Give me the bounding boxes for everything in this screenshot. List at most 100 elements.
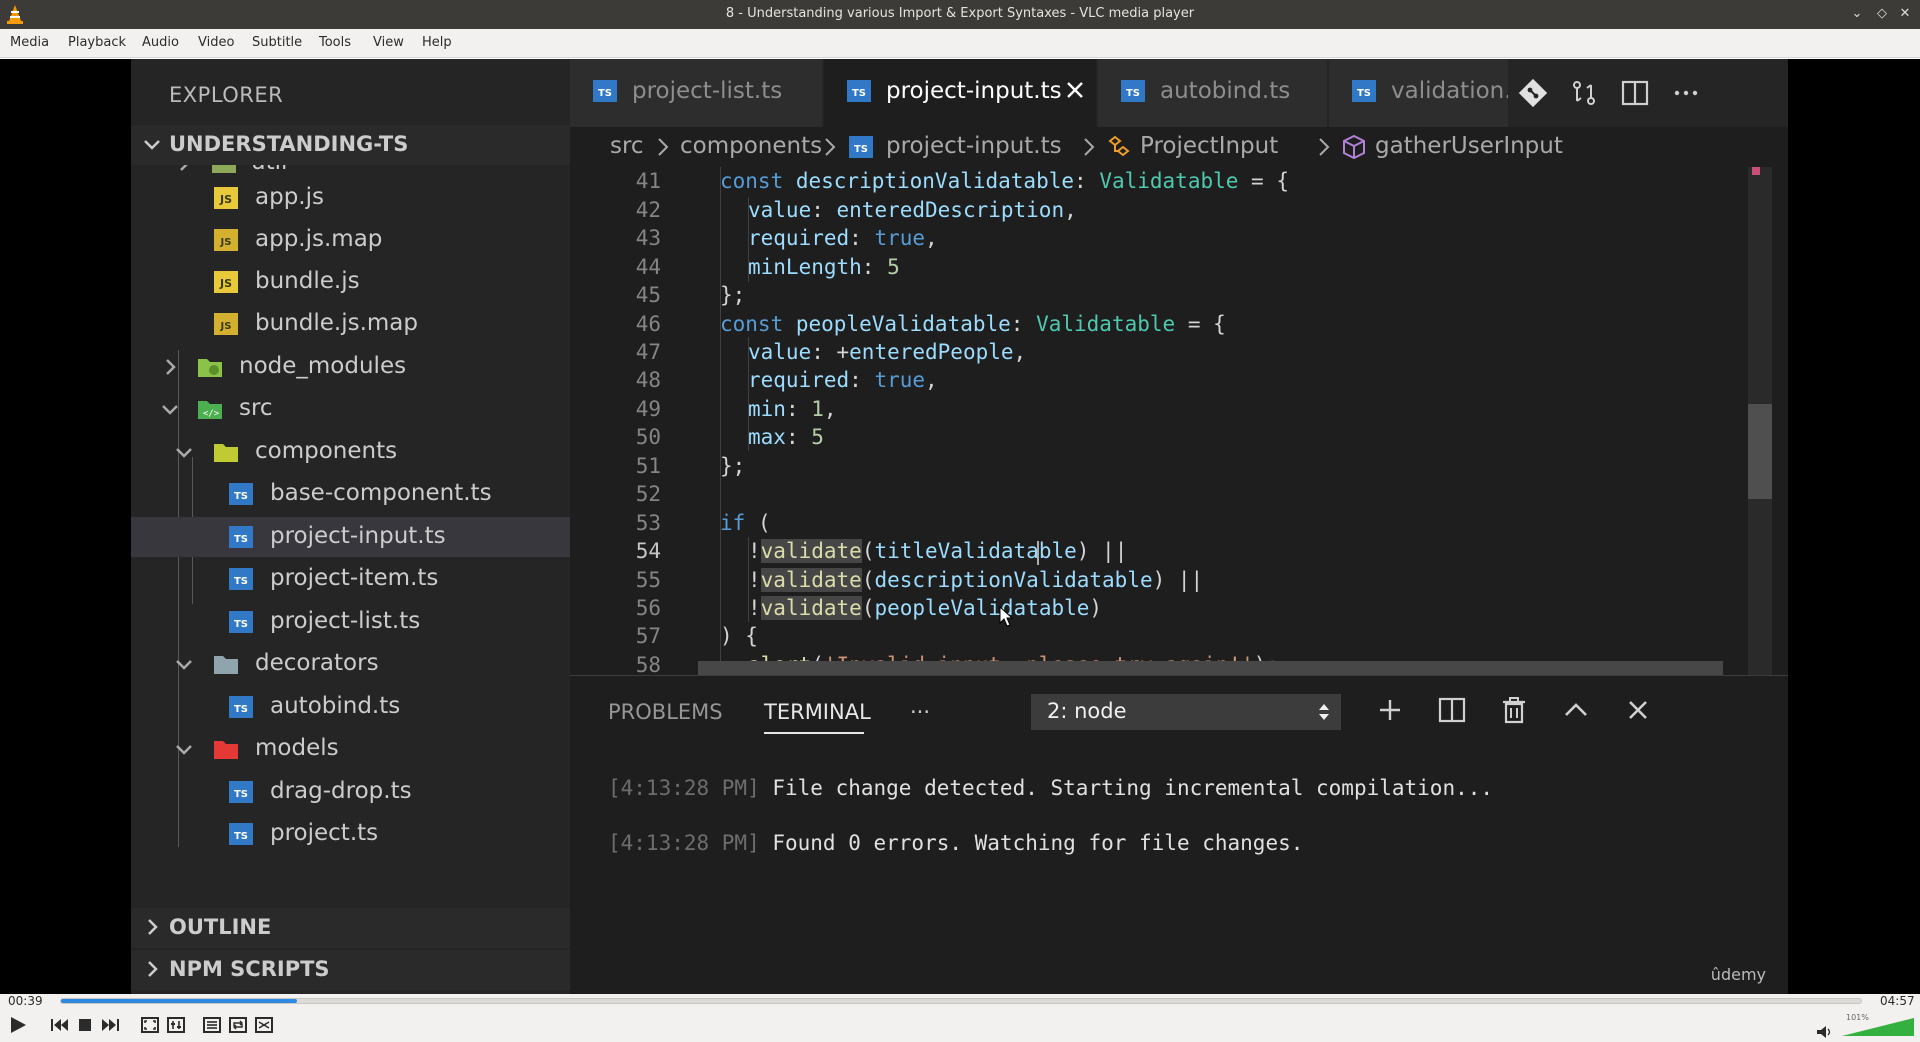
maximize-button[interactable]: ◇ <box>1872 4 1892 24</box>
npm-scripts-section-header[interactable]: NPM SCRIPTS <box>131 950 570 990</box>
git-compare-icon[interactable] <box>1517 77 1549 109</box>
open-changes-icon[interactable] <box>1568 77 1600 109</box>
tab-project-list[interactable]: TS project-list.ts <box>570 59 823 127</box>
tree-file-project-item[interactable]: TS project-item.ts <box>131 559 570 599</box>
tab-problems[interactable]: PROBLEMS <box>608 700 723 724</box>
tree-file-app-js-map[interactable]: JS app.js.map <box>131 220 570 260</box>
tree-file-autobind[interactable]: TS autobind.ts <box>131 687 570 727</box>
tree-file-drag-drop[interactable]: TS drag-drop.ts <box>131 772 570 812</box>
select-arrows-icon <box>1319 704 1329 720</box>
line-number: 56 <box>635 596 661 620</box>
svg-text:JS: JS <box>219 193 232 206</box>
menu-help[interactable]: Help <box>422 35 452 50</box>
panel-more-button[interactable]: ··· <box>910 700 930 724</box>
breadcrumb-components[interactable]: components <box>680 133 822 159</box>
split-editor-icon[interactable] <box>1619 77 1651 109</box>
trash-icon[interactable] <box>1498 694 1530 726</box>
speaker-icon[interactable] <box>1816 1025 1834 1039</box>
tree-file-project-list[interactable]: TS project-list.ts <box>131 602 570 642</box>
vertical-scrollbar[interactable] <box>1748 167 1772 675</box>
tree-folder-src[interactable]: </> src <box>131 389 570 429</box>
indent-guide <box>720 167 721 675</box>
tree-label: drag-drop.ts <box>270 778 412 804</box>
shuffle-icon[interactable] <box>252 1014 276 1036</box>
code-token: min <box>748 397 786 421</box>
tree-folder-components[interactable]: components <box>131 432 570 472</box>
new-terminal-icon[interactable] <box>1374 694 1406 726</box>
extended-settings-icon[interactable] <box>164 1014 188 1036</box>
menu-subtitle[interactable]: Subtitle <box>252 35 302 50</box>
outline-section-header[interactable]: OUTLINE <box>131 908 570 948</box>
tab-terminal[interactable]: TERMINAL <box>764 700 871 724</box>
code-token: : <box>1010 312 1037 336</box>
next-icon[interactable] <box>98 1014 122 1036</box>
tree-label: models <box>255 735 339 761</box>
close-window-button[interactable]: ✕ <box>1895 4 1915 24</box>
breadcrumb-src[interactable]: src <box>610 133 644 159</box>
code-token: : <box>849 368 875 392</box>
line-number: 53 <box>635 511 661 535</box>
tree-file-project-input[interactable]: TS project-input.ts <box>131 517 570 557</box>
tree-file-app-js[interactable]: JS app.js <box>131 178 570 218</box>
code-editor[interactable]: 41 42 43 44 45 46 47 48 49 50 51 52 53 5… <box>570 167 1788 675</box>
minimize-button[interactable]: ⌄ <box>1847 4 1867 24</box>
play-icon[interactable] <box>6 1014 30 1036</box>
tab-autobind[interactable]: TS autobind.ts <box>1098 59 1328 127</box>
menu-playback[interactable]: Playback <box>68 35 126 50</box>
ts-file-icon: TS <box>1352 80 1376 102</box>
previous-icon[interactable] <box>48 1014 72 1036</box>
more-actions-icon[interactable] <box>1670 77 1702 109</box>
tree-file-base-component[interactable]: TS base-component.ts <box>131 474 570 514</box>
tree-folder-node-modules[interactable]: node_modules <box>131 347 570 387</box>
chevron-right-icon <box>658 138 669 156</box>
close-tab-icon[interactable] <box>1064 79 1086 101</box>
breadcrumb-method[interactable]: gatherUserInput <box>1375 133 1563 159</box>
file-tree: util JS app.js JS app.js.map JS bundle.j… <box>131 165 570 847</box>
video-frame-vscode: EXPLORER UNDERSTANDING-TS util JS app.js… <box>131 59 1788 994</box>
menu-media[interactable]: Media <box>10 35 49 50</box>
terminal-timestamp: [4:13:28 PM] <box>608 831 760 855</box>
stop-icon[interactable] <box>73 1014 97 1036</box>
menu-video[interactable]: Video <box>198 35 234 50</box>
code-line-48: required: true, <box>748 368 938 392</box>
breadcrumb-class[interactable]: ProjectInput <box>1140 133 1278 159</box>
active-tab-indicator <box>764 732 864 734</box>
menu-bar: Media Playback Audio Video Subtitle Tool… <box>0 29 1920 58</box>
fullscreen-icon[interactable] <box>138 1014 162 1036</box>
code-token: const <box>720 169 784 193</box>
svg-text:TS: TS <box>1357 88 1371 99</box>
close-panel-icon[interactable] <box>1622 694 1654 726</box>
video-area[interactable]: EXPLORER UNDERSTANDING-TS util JS app.js… <box>0 59 1920 994</box>
code-token: descriptionValidatable <box>783 169 1075 193</box>
scrollbar-thumb[interactable] <box>1748 404 1772 499</box>
tab-project-input[interactable]: TS project-input.ts <box>824 59 1097 127</box>
chevron-down-icon <box>176 745 192 755</box>
project-section-header[interactable]: UNDERSTANDING-TS <box>131 125 570 165</box>
js-file-icon: JS <box>214 187 238 209</box>
menu-audio[interactable]: Audio <box>142 35 179 50</box>
split-terminal-icon[interactable] <box>1436 694 1468 726</box>
horizontal-scrollbar-thumb[interactable] <box>698 661 1723 675</box>
playlist-icon[interactable] <box>200 1014 224 1036</box>
tree-file-project[interactable]: TS project.ts <box>131 814 570 847</box>
tree-label: project-item.ts <box>270 565 439 591</box>
maximize-panel-icon[interactable] <box>1560 694 1592 726</box>
breadcrumb-file[interactable]: project-input.ts <box>886 133 1062 159</box>
tree-file-bundle-js-map[interactable]: JS bundle.js.map <box>131 304 570 344</box>
tree-folder-models[interactable]: models <box>131 729 570 769</box>
menu-view[interactable]: View <box>373 35 404 50</box>
code-token: }; <box>720 283 746 307</box>
loop-icon[interactable] <box>226 1014 250 1036</box>
npm-scripts-label: NPM SCRIPTS <box>169 957 330 981</box>
ts-file-icon: TS <box>229 526 253 548</box>
volume-slider[interactable] <box>1842 1018 1914 1036</box>
line-number-current: 54 <box>635 539 661 563</box>
menu-tools[interactable]: Tools <box>319 35 351 50</box>
tab-validation[interactable]: TS validation. <box>1329 59 1509 127</box>
seek-bar[interactable] <box>60 998 1862 1004</box>
code-token: descriptionValidatable <box>874 568 1153 592</box>
terminal-select[interactable]: 2: node <box>1031 694 1341 730</box>
tree-folder-decorators[interactable]: decorators <box>131 644 570 684</box>
code-line-44: minLength: 5 <box>748 255 900 279</box>
tree-file-bundle-js[interactable]: JS bundle.js <box>131 262 570 302</box>
